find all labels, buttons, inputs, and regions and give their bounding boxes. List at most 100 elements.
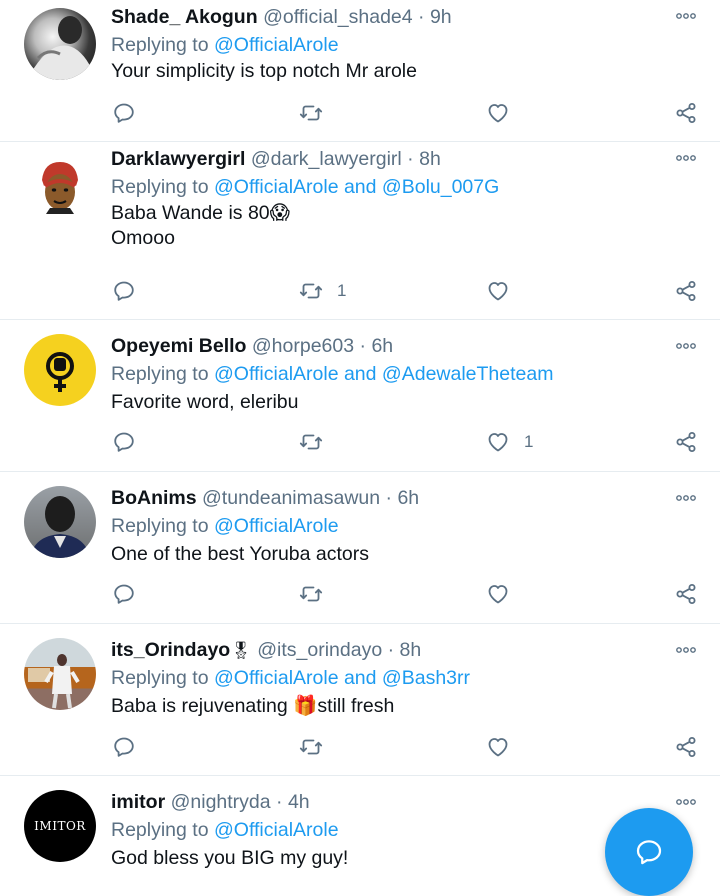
tweet[interactable]: Shade_ Akogun @official_shade4 · 9h Repl… xyxy=(0,0,720,142)
more-dots-icon[interactable] xyxy=(674,148,698,168)
timestamp[interactable]: 8h xyxy=(400,639,422,661)
share-button[interactable] xyxy=(674,732,698,762)
like-button[interactable]: 1 xyxy=(486,427,533,457)
retweet-button[interactable] xyxy=(299,98,323,128)
retweet-count: 1 xyxy=(337,281,347,300)
timestamp[interactable]: 6h xyxy=(371,335,393,357)
timestamp[interactable]: 9h xyxy=(430,6,452,28)
mention-link[interactable]: @OfficialArole xyxy=(214,667,339,689)
share-icon xyxy=(674,101,698,125)
mention-link[interactable]: @Bolu_007G xyxy=(382,176,499,198)
author-handle[interactable]: @its_orindayo xyxy=(257,639,382,661)
tweet[interactable]: its_Orindayo🎖 @its_orindayo · 8h Replyin… xyxy=(0,624,720,776)
compose-reply-button[interactable] xyxy=(605,808,693,896)
avatar[interactable] xyxy=(24,486,96,558)
more-dots-icon[interactable] xyxy=(674,336,698,356)
mention-link[interactable]: @OfficialArole xyxy=(214,363,339,385)
avatar[interactable] xyxy=(24,8,96,80)
avatar[interactable]: IMITOR xyxy=(24,790,96,862)
reply-button[interactable] xyxy=(112,427,136,457)
heart-icon xyxy=(486,279,510,303)
tweet-header: its_Orindayo🎖 @its_orindayo · 8h xyxy=(111,636,660,665)
reply-button[interactable] xyxy=(112,98,136,128)
separator-dot: · xyxy=(401,148,420,170)
share-button[interactable] xyxy=(674,98,698,128)
tweet-text-line: Omooo xyxy=(111,227,175,249)
more-dots-icon[interactable] xyxy=(674,488,698,508)
author-name[interactable]: Shade_ Akogun xyxy=(111,6,258,28)
author-name[interactable]: its_Orindayo xyxy=(111,639,230,661)
avatar-logo xyxy=(46,352,74,392)
like-button[interactable] xyxy=(486,579,510,609)
replying-to: Replying to @OfficialArole and @Bash3rr xyxy=(111,664,470,692)
share-button[interactable] xyxy=(674,276,698,306)
replying-to: Replying to @OfficialArole xyxy=(111,512,339,540)
author-handle[interactable]: @horpe603 xyxy=(252,335,354,357)
mention-link[interactable]: @OfficialArole xyxy=(214,819,339,841)
avatar[interactable] xyxy=(24,150,96,222)
more-dots-icon[interactable] xyxy=(674,792,698,812)
avatar-logo-text: IMITOR xyxy=(34,819,86,833)
mention-link[interactable]: @OfficialArole xyxy=(214,515,339,537)
author-name[interactable]: BoAnims xyxy=(111,487,197,509)
reply-button[interactable] xyxy=(112,276,136,306)
tweet-text-line: Baba Wande is 80😱 xyxy=(111,202,290,224)
replying-to-label: Replying to xyxy=(111,34,214,56)
avatar[interactable] xyxy=(24,334,96,406)
tweet[interactable]: BoAnims @tundeanimasawun · 6h Replying t… xyxy=(0,472,720,624)
timestamp[interactable]: 6h xyxy=(397,487,419,509)
timestamp[interactable]: 8h xyxy=(419,148,441,170)
like-button[interactable] xyxy=(486,732,510,762)
separator-dot: · xyxy=(382,639,400,661)
retweet-button[interactable] xyxy=(299,579,323,609)
more-dots-icon[interactable] xyxy=(674,640,698,660)
tweet[interactable]: Darklawyergirl @dark_lawyergirl · 8h Rep… xyxy=(0,142,720,320)
tweet-actions xyxy=(0,98,720,128)
replying-to-label: Replying to xyxy=(111,667,214,689)
mention-joiner: and xyxy=(338,176,382,198)
more-dots-icon[interactable] xyxy=(674,6,698,26)
avatar[interactable] xyxy=(24,638,96,710)
replying-to: Replying to @OfficialArole xyxy=(111,816,339,844)
reply-bubble-icon xyxy=(112,279,136,303)
author-handle[interactable]: @nightryda xyxy=(171,791,271,813)
tweet-text: Favorite word, eleribu xyxy=(111,391,299,413)
replying-to-label: Replying to xyxy=(111,176,214,198)
like-button[interactable] xyxy=(486,276,510,306)
like-button[interactable] xyxy=(486,98,510,128)
tweet-header: Opeyemi Bello @horpe603 · 6h xyxy=(111,332,660,360)
author-name[interactable]: imitor xyxy=(111,791,165,813)
mention-link[interactable]: @Bash3rr xyxy=(382,667,470,689)
retweet-button[interactable] xyxy=(299,732,323,762)
retweet-icon xyxy=(299,430,323,454)
tweet-actions xyxy=(0,579,720,609)
share-icon xyxy=(674,735,698,759)
author-name[interactable]: Darklawyergirl xyxy=(111,148,245,170)
tweet-text: Your simplicity is top notch Mr arole xyxy=(111,60,417,82)
tweet[interactable]: Opeyemi Bello @horpe603 · 6h Replying to… xyxy=(0,320,720,472)
reply-button[interactable] xyxy=(112,579,136,609)
retweet-button[interactable]: 1 xyxy=(299,276,346,306)
reply-bubble-icon xyxy=(112,430,136,454)
author-name[interactable]: Opeyemi Bello xyxy=(111,335,246,357)
mention-link[interactable]: @AdewaleTheteam xyxy=(382,363,554,385)
author-handle[interactable]: @official_shade4 xyxy=(263,6,413,28)
reply-bubble-icon xyxy=(112,101,136,125)
heart-icon xyxy=(486,582,510,606)
retweet-button[interactable] xyxy=(299,427,323,457)
author-handle[interactable]: @dark_lawyergirl xyxy=(251,148,402,170)
medal-icon: 🎖 xyxy=(230,641,252,660)
share-button[interactable] xyxy=(674,579,698,609)
tweet-actions: 1 xyxy=(0,276,720,306)
share-button[interactable] xyxy=(674,427,698,457)
author-handle[interactable]: @tundeanimasawun xyxy=(202,487,380,509)
reply-button[interactable] xyxy=(112,732,136,762)
timestamp[interactable]: 4h xyxy=(288,791,310,813)
avatar-photo xyxy=(30,496,90,558)
mention-link[interactable]: @OfficialArole xyxy=(214,176,339,198)
like-count: 1 xyxy=(524,432,534,451)
mention-link[interactable]: @OfficialArole xyxy=(214,34,339,56)
tweet-actions: 1 xyxy=(0,427,720,457)
tweet-header: Shade_ Akogun @official_shade4 · 9h xyxy=(111,3,660,31)
separator-dot: · xyxy=(412,6,430,28)
